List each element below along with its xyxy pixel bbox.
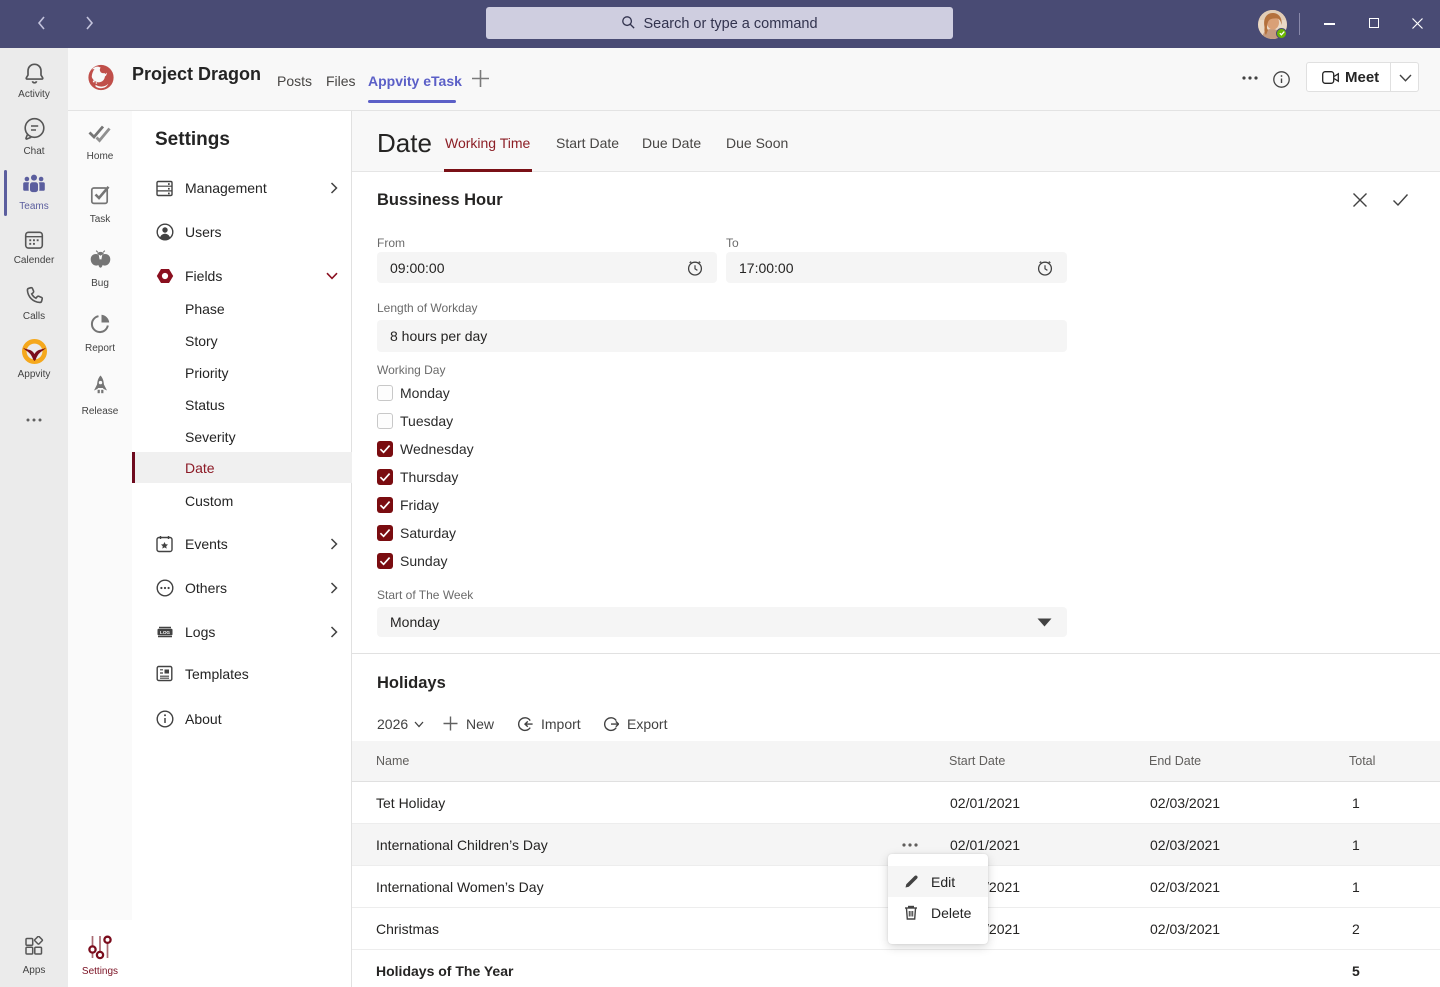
svg-text:LOG: LOG (160, 630, 170, 635)
